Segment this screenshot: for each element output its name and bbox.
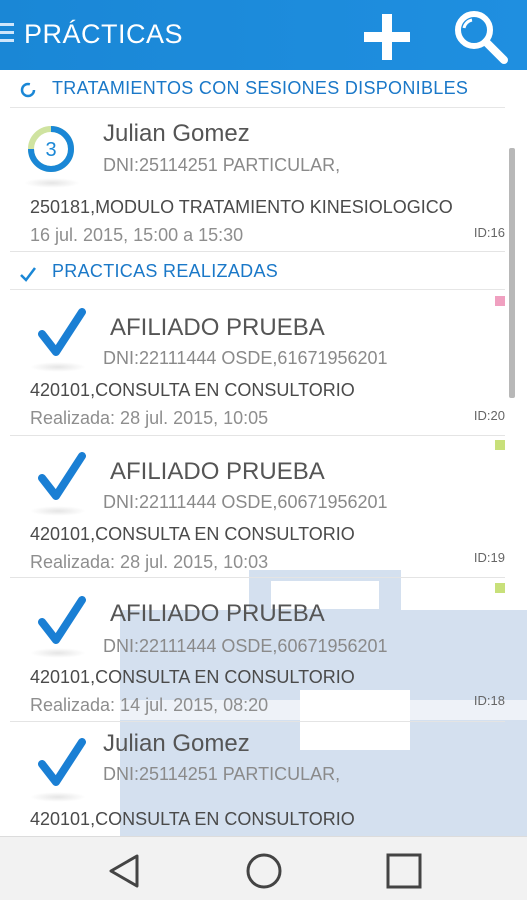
practice-date: Realizada: 14 jul. 2015, 08:20 (30, 695, 269, 715)
page-title: PRÁCTICAS (24, 19, 184, 49)
section-header-available: TRATAMIENTOS CON SESIONES DISPONIBLES (10, 70, 505, 108)
patient-dni: DNI:22111444 OSDE,60671956201 (103, 492, 388, 512)
home-circle-icon[interactable] (244, 851, 284, 891)
status-flag (495, 583, 505, 593)
avatar-shadow (24, 178, 80, 188)
practice-date: Realizada: 28 jul. 2015, 10:03 (30, 552, 269, 572)
practice-code: 420101,CONSULTA EN CONSULTORIO (30, 667, 355, 687)
plus-icon[interactable] (360, 10, 414, 64)
avatar-shadow (30, 506, 86, 516)
sessions-progress-icon: 3 (28, 126, 74, 172)
status-flag (495, 440, 505, 450)
practice-id: ID:20 (473, 408, 505, 423)
patient-dni: DNI:25114251 PARTICULAR, (103, 155, 341, 175)
practice-card[interactable]: AFILIADO PRUEBA DNI:22111444 OSDE,606719… (10, 436, 505, 578)
patient-name: AFILIADO PRUEBA (110, 600, 325, 627)
patient-name: Julian Gomez (103, 730, 250, 757)
avatar-shadow (30, 648, 86, 658)
practice-list[interactable]: TRATAMIENTOS CON SESIONES DISPONIBLES 3 … (0, 70, 527, 836)
app-bar: PRÁCTICAS (0, 0, 527, 70)
practice-id: ID:16 (473, 225, 505, 240)
practice-id: ID:18 (473, 693, 505, 708)
progress-ring-icon (20, 82, 36, 98)
patient-dni: DNI:22111444 OSDE,60671956201 (103, 636, 388, 656)
svg-text:3: 3 (45, 139, 56, 161)
search-icon[interactable] (452, 8, 510, 66)
scrollbar[interactable] (509, 148, 515, 398)
practice-code: 250181,MODULO TRATAMIENTO KINESIOLOGICO (30, 197, 453, 217)
hamburger-icon[interactable] (0, 23, 14, 45)
practice-card[interactable]: AFILIADO PRUEBA DNI:22111444 OSDE,606719… (10, 578, 505, 722)
patient-dni: DNI:22111444 OSDE,61671956201 (103, 348, 388, 368)
avatar-shadow (30, 792, 86, 802)
practice-code: 420101,CONSULTA EN CONSULTORIO (30, 380, 355, 400)
practice-id: ID:19 (473, 550, 505, 565)
checkmark-icon (38, 738, 86, 786)
practice-card[interactable]: Julian Gomez DNI:25114251 PARTICULAR, 42… (10, 722, 505, 836)
patient-dni: DNI:25114251 PARTICULAR, (103, 764, 341, 784)
patient-name: Julian Gomez (103, 120, 250, 147)
treatment-card[interactable]: 3 Julian Gomez DNI:25114251 PARTICULAR, … (10, 108, 505, 252)
practice-code: 420101,CONSULTA EN CONSULTORIO (30, 809, 355, 829)
recents-square-icon[interactable] (384, 851, 424, 891)
practice-date: 16 jul. 2015, 15:00 a 15:30 (30, 225, 244, 245)
practice-code: 420101,CONSULTA EN CONSULTORIO (30, 524, 355, 544)
patient-name: AFILIADO PRUEBA (110, 458, 325, 485)
status-flag (495, 296, 505, 306)
checkmark-icon (38, 308, 86, 356)
back-triangle-icon[interactable] (105, 851, 145, 891)
checkmark-icon (20, 267, 36, 282)
patient-name: AFILIADO PRUEBA (110, 314, 325, 341)
avatar-shadow (30, 362, 86, 372)
checkmark-icon (38, 452, 86, 500)
system-nav-bar (0, 836, 527, 900)
practice-card[interactable]: AFILIADO PRUEBA DNI:22111444 OSDE,616719… (10, 292, 505, 436)
practice-date: Realizada: 28 jul. 2015, 10:05 (30, 408, 269, 428)
section-header-done: PRACTICAS REALIZADAS (10, 252, 505, 290)
checkmark-icon (38, 596, 86, 644)
